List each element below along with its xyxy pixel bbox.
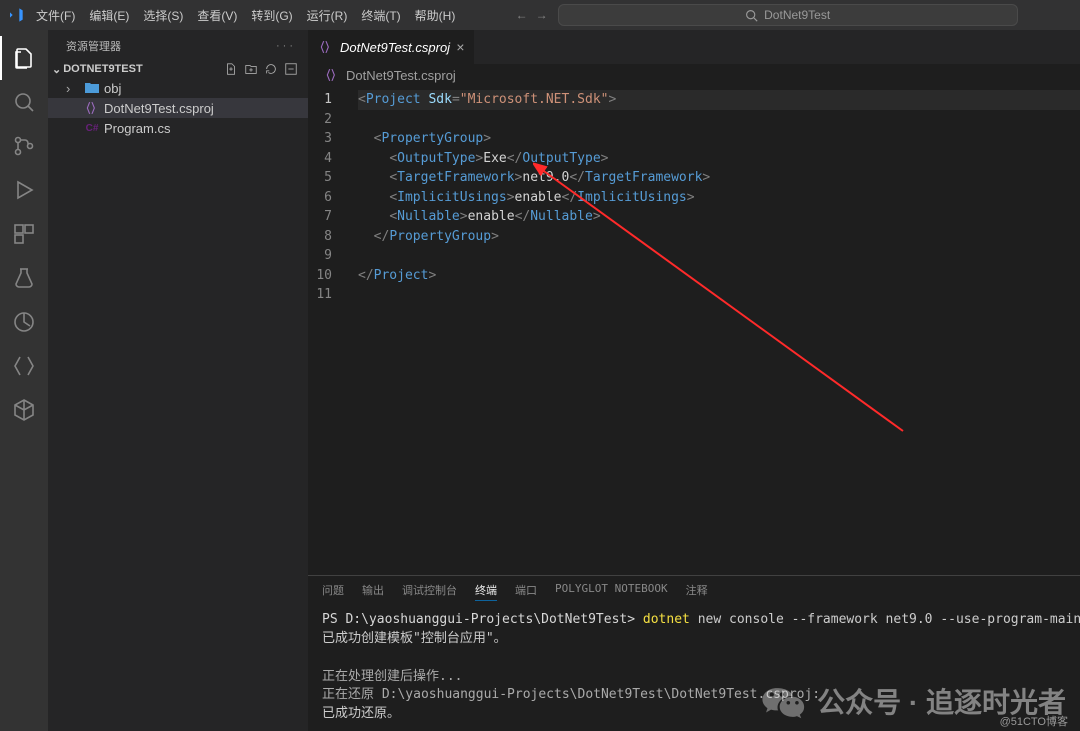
terminal-tab[interactable]: 输出: [362, 582, 384, 601]
folder-icon: [84, 80, 100, 96]
nav-forward-icon[interactable]: →: [536, 8, 548, 22]
editor-tabs: DotNet9Test.csproj ×: [308, 30, 1080, 64]
chevron-down-icon: ⌄: [52, 63, 61, 76]
activity-run-debug[interactable]: [0, 168, 48, 212]
activity-testing[interactable]: [0, 256, 48, 300]
editor-content[interactable]: 1234567891011 <Project Sdk="Microsoft.NE…: [308, 86, 1080, 575]
tree-item[interactable]: › obj: [48, 78, 308, 98]
terminal-tab[interactable]: 终端: [475, 582, 497, 601]
terminal-tab[interactable]: 端口: [515, 582, 537, 601]
breadcrumbs[interactable]: DotNet9Test.csproj: [308, 64, 1080, 86]
menu-item[interactable]: 终端(T): [355, 3, 406, 28]
main-menu: 文件(F)编辑(E)选择(S)查看(V)转到(G)运行(R)终端(T)帮助(H): [30, 3, 461, 28]
terminal-tab[interactable]: 注释: [686, 582, 708, 601]
cs-file-icon: C#: [84, 120, 100, 136]
terminal-tab[interactable]: 问题: [322, 582, 344, 601]
csproj-file-icon: [318, 39, 334, 55]
code-line: [358, 285, 1080, 305]
terminal-tab[interactable]: 调试控制台: [402, 582, 457, 601]
line-gutter: 1234567891011: [308, 86, 348, 575]
code-line: [358, 246, 1080, 266]
terminal-body[interactable]: PS D:\yaoshuanggui-Projects\DotNet9Test>…: [308, 607, 1080, 731]
code-line: [358, 110, 1080, 130]
new-file-icon[interactable]: [224, 62, 238, 76]
menu-item[interactable]: 转到(G): [245, 3, 298, 28]
terminal-panel: 问题输出调试控制台终端端口 POLYGLOT NOTEBOOK 注释 PS D:\y…: [308, 575, 1080, 731]
collapse-icon[interactable]: [284, 62, 298, 76]
command-center-text: DotNet9Test: [764, 8, 830, 22]
code-line: <TargetFramework>net9.0</TargetFramework…: [358, 168, 1080, 188]
terminal-line: 正在处理创建后操作...: [322, 668, 1066, 687]
activity-api[interactable]: [0, 344, 48, 388]
csproj-file-icon: [84, 100, 100, 116]
nav-back-icon[interactable]: ←: [516, 8, 528, 22]
code-area[interactable]: <Project Sdk="Microsoft.NET.Sdk"> <Prope…: [348, 86, 1080, 575]
activity-search[interactable]: [0, 80, 48, 124]
tree-item[interactable]: C# Program.cs: [48, 118, 308, 138]
terminal-line: 正在还原 D:\yaoshuanggui-Projects\DotNet9Tes…: [322, 686, 1066, 705]
command-center[interactable]: DotNet9Test: [558, 4, 1018, 26]
terminal-tablist: 问题输出调试控制台终端端口 POLYGLOT NOTEBOOK 注释: [308, 576, 1080, 607]
terminal-line: 已成功还原。: [322, 705, 1066, 724]
explorer-folder-title[interactable]: ⌄ DOTNET9TEST: [48, 60, 308, 78]
activity-cube[interactable]: [0, 388, 48, 432]
more-icon[interactable]: ···: [276, 40, 296, 52]
title-bar: 文件(F)编辑(E)选择(S)查看(V)转到(G)运行(R)终端(T)帮助(H)…: [0, 0, 1080, 30]
activity-source-control[interactable]: [0, 124, 48, 168]
code-line: </Project>: [358, 266, 1080, 286]
code-line: <ImplicitUsings>enable</ImplicitUsings>: [358, 188, 1080, 208]
terminal-line: 已成功创建模板"控制台应用"。: [322, 630, 1066, 649]
vscode-logo-icon: [8, 7, 24, 23]
terminal-line: [322, 724, 1066, 731]
search-icon: [745, 9, 758, 22]
code-line: <Nullable>enable</Nullable>: [358, 207, 1080, 227]
tree-item-label: obj: [104, 81, 121, 96]
nav-arrows: ← →: [516, 8, 548, 22]
tree-item-label: DotNet9Test.csproj: [104, 101, 214, 116]
terminal-tab[interactable]: POLYGLOT NOTEBOOK: [555, 582, 668, 601]
activity-docker[interactable]: [0, 300, 48, 344]
code-line: <Project Sdk="Microsoft.NET.Sdk">: [358, 90, 1080, 110]
refresh-icon[interactable]: [264, 62, 278, 76]
project-name: DOTNET9TEST: [63, 63, 142, 75]
activity-extensions[interactable]: [0, 212, 48, 256]
tree-item-label: Program.cs: [104, 121, 170, 136]
terminal-line: [322, 649, 1066, 668]
sidebar: 资源管理器 ··· ⌄ DOTNET9TEST › obj DotNet9Test.…: [48, 30, 308, 731]
breadcrumb-item: DotNet9Test.csproj: [346, 68, 456, 83]
menu-item[interactable]: 文件(F): [30, 3, 81, 28]
menu-item[interactable]: 运行(R): [301, 3, 354, 28]
code-line: </PropertyGroup>: [358, 227, 1080, 247]
new-folder-icon[interactable]: [244, 62, 258, 76]
activity-explorer[interactable]: [0, 36, 48, 80]
tab-label: DotNet9Test.csproj: [340, 40, 450, 55]
close-icon[interactable]: ×: [456, 39, 464, 55]
menu-item[interactable]: 查看(V): [191, 3, 243, 28]
tree-item[interactable]: DotNet9Test.csproj: [48, 98, 308, 118]
menu-item[interactable]: 帮助(H): [409, 3, 462, 28]
editor-area: DotNet9Test.csproj × DotNet9Test.csproj …: [308, 30, 1080, 731]
code-line: <PropertyGroup>: [358, 129, 1080, 149]
activity-bar: [0, 30, 48, 731]
menu-item[interactable]: 选择(S): [137, 3, 189, 28]
csproj-file-icon: [324, 67, 340, 83]
menu-item[interactable]: 编辑(E): [83, 3, 135, 28]
terminal-line: PS D:\yaoshuanggui-Projects\DotNet9Test>…: [322, 611, 1066, 630]
code-line: <OutputType>Exe</OutputType>: [358, 149, 1080, 169]
chevron-right-icon: ›: [66, 81, 80, 96]
sidebar-title: 资源管理器: [66, 38, 121, 54]
editor-tab[interactable]: DotNet9Test.csproj ×: [308, 30, 475, 64]
